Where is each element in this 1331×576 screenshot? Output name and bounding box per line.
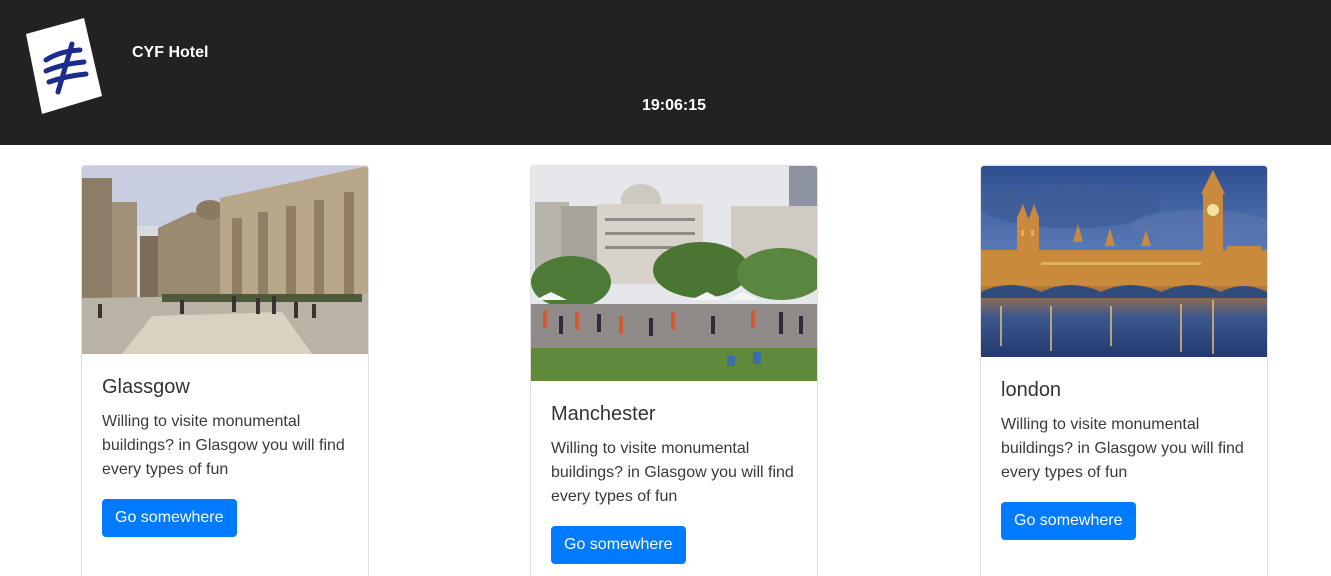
go-somewhere-button[interactable]: Go somewhere — [102, 499, 237, 537]
card-text: Willing to visite monumental buildings? … — [551, 440, 794, 505]
clock-display: 19:06:15 — [642, 97, 707, 114]
city-card-glasgow: Glassgow Willing to visite monumental bu… — [81, 165, 369, 576]
glasgow-image — [82, 166, 368, 354]
hotel-logo — [26, 18, 102, 114]
city-card-manchester: Manchester Willing to visite monumental … — [530, 165, 818, 576]
manchester-image — [531, 166, 817, 381]
card-text: Willing to visite monumental buildings? … — [102, 413, 345, 478]
card-body: london Willing to visite monumental buil… — [981, 357, 1267, 540]
brand-title: CYF Hotel — [132, 44, 209, 61]
card-body: Glassgow Willing to visite monumental bu… — [82, 354, 368, 537]
card-title: Manchester — [551, 403, 656, 425]
london-image — [981, 166, 1267, 357]
card-body: Manchester Willing to visite monumental … — [531, 381, 817, 564]
go-somewhere-button[interactable]: Go somewhere — [551, 526, 686, 564]
go-somewhere-button[interactable]: Go somewhere — [1001, 502, 1136, 540]
city-card-london: london Willing to visite monumental buil… — [980, 165, 1268, 576]
card-title: london — [1001, 379, 1062, 401]
top-header: CYF Hotel 19:06:15 — [0, 0, 1331, 145]
card-text: Willing to visite monumental buildings? … — [1001, 416, 1244, 481]
card-title: Glassgow — [102, 376, 190, 398]
